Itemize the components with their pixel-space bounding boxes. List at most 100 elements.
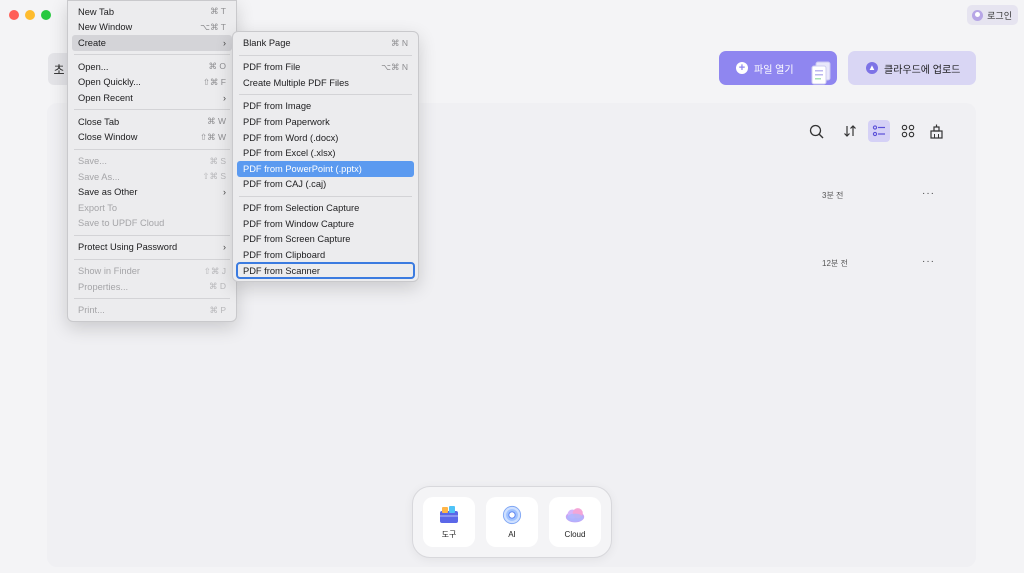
create-menu-item-pdf-from-file[interactable]: PDF from File ⌥⌘ N bbox=[237, 59, 414, 75]
menu-item-label: Protect Using Password bbox=[78, 242, 178, 253]
menu-item-label: PDF from Paperwork bbox=[243, 117, 330, 128]
dock-tools-button[interactable]: 도구 bbox=[423, 497, 475, 547]
create-menu-item-pdf-from-selection-capture[interactable]: PDF from Selection Capture bbox=[237, 200, 414, 216]
file-menu-item-show-in-finder: Show in Finder ⇧⌘ J bbox=[72, 263, 232, 279]
create-menu-item-pdf-from-caj-caj[interactable]: PDF from CAJ (.caj) bbox=[237, 177, 414, 193]
grid-view-icon[interactable] bbox=[898, 121, 918, 141]
create-menu-item-pdf-from-clipboard[interactable]: PDF from Clipboard bbox=[237, 247, 414, 263]
file-menu-item-save-to-updf-cloud: Save to UPDF Cloud bbox=[72, 216, 232, 232]
file-menu-item-open-quickly[interactable]: Open Quickly... ⇧⌘ F bbox=[72, 75, 232, 91]
create-menu-item-blank-page[interactable]: Blank Page ⌘ N bbox=[237, 36, 414, 52]
open-file-label: 파일 열기 bbox=[754, 64, 794, 76]
menu-item-shortcut: ⇧⌘ S bbox=[202, 171, 226, 182]
create-menu-item-pdf-from-screen-capture[interactable]: PDF from Screen Capture bbox=[237, 232, 414, 248]
menu-item-label: Create bbox=[78, 37, 106, 48]
menu-item-label: Save as Other bbox=[78, 187, 138, 198]
create-menu-item-pdf-from-paperwork[interactable]: PDF from Paperwork bbox=[237, 114, 414, 130]
list-view-icon[interactable] bbox=[868, 120, 890, 142]
tools-icon bbox=[440, 506, 458, 523]
file-menu-item-save-as-other[interactable]: Save as Other › bbox=[72, 185, 232, 201]
create-menu-item-pdf-from-window-capture[interactable]: PDF from Window Capture bbox=[237, 216, 414, 232]
file-menu-item-print: Print... ⌘ P bbox=[72, 303, 232, 319]
upload-cloud-label: 클라우드에 업로드 bbox=[884, 64, 961, 76]
search-icon[interactable] bbox=[806, 121, 826, 141]
dock-cloud-label: Cloud bbox=[564, 530, 586, 539]
menu-item-label: Open Recent bbox=[78, 92, 133, 103]
zoom-window-button[interactable] bbox=[41, 10, 51, 20]
create-menu-item-pdf-from-powerpoint-pptx[interactable]: PDF from PowerPoint (.pptx) bbox=[237, 161, 414, 177]
file-menu-item-protect-using-password[interactable]: Protect Using Password › bbox=[72, 239, 232, 255]
menu-item-label: Open Quickly... bbox=[78, 77, 141, 88]
menu-item-label: Create Multiple PDF Files bbox=[243, 77, 349, 88]
menu-separator bbox=[74, 234, 230, 236]
file-menu-item-new-tab[interactable]: New Tab ⌘ T bbox=[72, 4, 232, 20]
menu-item-shortcut: ⌥⌘ T bbox=[200, 21, 226, 32]
menu-separator bbox=[74, 298, 230, 300]
chevron-right-icon: › bbox=[223, 242, 226, 253]
menu-item-label: Blank Page bbox=[243, 38, 291, 49]
menu-item-label: New Window bbox=[78, 22, 133, 33]
close-window-button[interactable] bbox=[9, 10, 19, 20]
menu-separator bbox=[74, 54, 230, 56]
file-menu-item-export-to: Export To bbox=[72, 200, 232, 216]
file-menu-item-open-recent[interactable]: Open Recent › bbox=[72, 90, 232, 106]
menu-item-label: PDF from Selection Capture bbox=[243, 203, 360, 214]
login-button[interactable]: 로그인 bbox=[967, 5, 1018, 25]
menu-item-label: New Tab bbox=[78, 6, 115, 17]
menu-item-shortcut: ⇧⌘ J bbox=[203, 265, 226, 276]
sort-icon[interactable] bbox=[840, 121, 860, 141]
bottom-dock: 도구 AI Cloud bbox=[412, 486, 612, 558]
menu-item-shortcut: ⌘ W bbox=[207, 116, 226, 127]
chevron-right-icon: › bbox=[223, 187, 226, 198]
sidebar-tab-label: 초 bbox=[53, 62, 65, 77]
file-menu-item-save: Save... ⌘ S bbox=[72, 153, 232, 169]
create-menu-item-pdf-from-scanner[interactable]: PDF from Scanner bbox=[236, 261, 415, 280]
menu-item-label: Show in Finder bbox=[78, 266, 141, 277]
menu-item-label: Save to UPDF Cloud bbox=[78, 218, 165, 229]
ai-icon bbox=[502, 505, 522, 525]
dock-ai-button[interactable]: AI bbox=[486, 497, 538, 547]
minimize-window-button[interactable] bbox=[25, 10, 35, 20]
more-options-icon[interactable]: ··· bbox=[922, 188, 935, 199]
menu-item-label: PDF from CAJ (.caj) bbox=[243, 179, 327, 190]
menu-item-label: PDF from Window Capture bbox=[243, 218, 355, 229]
upload-icon: ▲ bbox=[866, 62, 878, 74]
menu-item-shortcut: ⇧⌘ F bbox=[202, 76, 226, 87]
menu-item-label: Save... bbox=[78, 156, 107, 167]
menu-item-label: PDF from PowerPoint (.pptx) bbox=[243, 163, 362, 174]
file-row-time: 3분 전 bbox=[822, 191, 844, 200]
menu-item-label: PDF from Clipboard bbox=[243, 249, 326, 260]
create-menu-item-pdf-from-excel-xlsx[interactable]: PDF from Excel (.xlsx) bbox=[237, 145, 414, 161]
create-menu-item-create-multiple-pdf-files[interactable]: Create Multiple PDF Files bbox=[237, 75, 414, 91]
menu-item-label: PDF from Excel (.xlsx) bbox=[243, 148, 336, 159]
menu-item-shortcut: ⌘ D bbox=[209, 281, 226, 292]
menu-item-label: PDF from Scanner bbox=[243, 265, 320, 276]
create-submenu: Blank Page ⌘ N PDF from File ⌥⌘ N Create Mul… bbox=[232, 31, 419, 283]
menu-item-shortcut: ⌘ N bbox=[391, 37, 408, 48]
more-options-icon[interactable]: ··· bbox=[922, 256, 935, 267]
menu-item-label: Close Tab bbox=[78, 116, 120, 127]
file-menu-item-new-window[interactable]: New Window ⌥⌘ T bbox=[72, 20, 232, 36]
file-menu-item-close-window[interactable]: Close Window ⇧⌘ W bbox=[72, 130, 232, 146]
menu-item-label: Export To bbox=[78, 202, 118, 213]
file-row-time: 12분 전 bbox=[822, 259, 848, 268]
open-file-button[interactable]: + 파일 열기 bbox=[719, 51, 837, 85]
create-menu-item-pdf-from-image[interactable]: PDF from Image bbox=[237, 99, 414, 115]
file-menu-item-create[interactable]: Create › bbox=[72, 35, 232, 51]
clean-icon[interactable] bbox=[926, 121, 946, 141]
window-controls bbox=[9, 10, 51, 20]
menu-item-shortcut: ⌘ P bbox=[209, 304, 226, 315]
upload-cloud-button[interactable]: ▲ 클라우드에 업로드 bbox=[848, 51, 976, 85]
menu-item-label: PDF from Word (.docx) bbox=[243, 132, 339, 143]
dock-cloud-button[interactable]: Cloud bbox=[549, 497, 601, 547]
menu-item-label: Open... bbox=[78, 61, 109, 72]
menu-separator bbox=[239, 94, 412, 96]
menu-separator bbox=[74, 258, 230, 260]
chevron-right-icon: › bbox=[223, 92, 226, 103]
avatar-icon bbox=[972, 9, 984, 21]
menu-item-shortcut: ⌘ T bbox=[210, 6, 226, 17]
file-menu-item-close-tab[interactable]: Close Tab ⌘ W bbox=[72, 114, 232, 130]
menu-item-label: PDF from Screen Capture bbox=[243, 234, 351, 245]
file-menu-item-open[interactable]: Open... ⌘ O bbox=[72, 59, 232, 75]
create-menu-item-pdf-from-word-docx[interactable]: PDF from Word (.docx) bbox=[237, 130, 414, 146]
